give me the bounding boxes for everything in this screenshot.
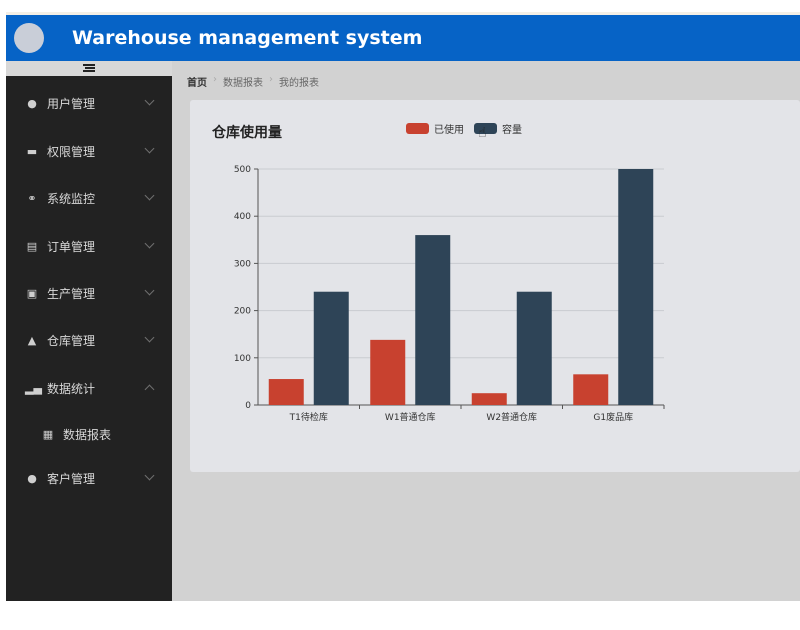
x-tick-label: T1待检库 — [289, 411, 328, 423]
grid-icon: ▦ — [42, 427, 54, 441]
clipboard-icon: ▣ — [26, 286, 38, 300]
sidebar-item-permission-management[interactable]: ▬ 权限管理 — [6, 131, 172, 171]
sidebar-toggle-button[interactable] — [6, 61, 172, 76]
app-title: Warehouse management system — [72, 26, 423, 49]
menu-icon — [83, 64, 95, 73]
sidebar-item-label: 订单管理 — [47, 239, 96, 254]
sidebar-item-label: 权限管理 — [47, 144, 96, 159]
chevron-down-icon — [144, 190, 155, 201]
chevron-down-icon — [144, 95, 155, 106]
sidebar-item-order-management[interactable]: ▤ 订单管理 — [6, 226, 172, 266]
bar-used — [268, 379, 304, 405]
bar-capacity — [618, 169, 654, 405]
sidebar-item-data-report[interactable]: ▦ 数据报表 — [6, 414, 172, 454]
breadcrumb-data-report[interactable]: 数据报表 — [223, 74, 263, 89]
breadcrumb: 首页 › 数据报表 › 我的报表 — [187, 74, 319, 89]
gauge-icon: ⚭ — [27, 191, 37, 205]
header-top-line — [6, 12, 800, 15]
bar-capacity — [415, 235, 451, 405]
y-tick-label: 0 — [245, 401, 251, 411]
sidebar: ● 用户管理 ▬ 权限管理 ⚭ 系统监控 ▤ 订单管理 ▣ 生产管理 ▲ 仓库管… — [6, 61, 172, 601]
chevron-down-icon — [144, 285, 155, 296]
sidebar-item-label: 用户管理 — [47, 96, 96, 111]
chevron-down-icon — [144, 238, 155, 249]
bar-used — [370, 339, 406, 405]
sidebar-item-label: 仓库管理 — [47, 333, 96, 348]
sidebar-item-label: 数据统计 — [47, 381, 96, 396]
main-content: 首页 › 数据报表 › 我的报表 仓库使用量 已使用 容量 ☝ 0 100 200 3… — [172, 61, 800, 601]
bar-capacity — [516, 291, 552, 405]
breadcrumb-home[interactable]: 首页 — [187, 74, 207, 89]
bar-used — [471, 393, 507, 405]
breadcrumb-my-report: 我的报表 — [279, 78, 319, 89]
bar-chart: 0 100 200 300 400 500 T1待检库 W1普通仓库 W2普通仓库 G1废品库 — [234, 165, 665, 423]
sidebar-item-label: 数据报表 — [63, 427, 112, 442]
x-tick-label: W2普通仓库 — [486, 411, 537, 423]
avatar[interactable] — [14, 22, 44, 53]
document-icon: ▤ — [26, 239, 38, 253]
y-tick-label: 300 — [234, 259, 251, 269]
y-tick-label: 100 — [234, 354, 251, 364]
sidebar-item-customer-management[interactable]: ● 客户管理 — [6, 458, 172, 498]
app-window: Warehouse management system ● 用户管理 ▬ 权限管… — [6, 12, 800, 601]
app-header: Warehouse management system — [6, 12, 800, 61]
sidebar-item-production-management[interactable]: ▣ 生产管理 — [6, 273, 172, 313]
chevron-up-icon — [144, 384, 155, 395]
bar-capacity — [313, 291, 349, 405]
sidebar-item-warehouse-management[interactable]: ▲ 仓库管理 — [6, 320, 172, 360]
sidebar-item-data-statistics[interactable]: ▂▄ 数据统计 — [6, 368, 172, 408]
y-tick-label: 200 — [234, 307, 251, 317]
bar-used — [573, 374, 609, 405]
y-tick-label: 400 — [234, 212, 251, 222]
chart-card: 仓库使用量 已使用 容量 ☝ 0 100 200 300 400 500 T1待检库 W1普通… — [190, 100, 800, 472]
sidebar-item-user-management[interactable]: ● 用户管理 — [6, 83, 172, 123]
home-icon: ▲ — [27, 333, 37, 347]
sidebar-item-label: 客户管理 — [47, 471, 96, 486]
sidebar-item-label: 生产管理 — [47, 286, 96, 301]
chevron-down-icon — [144, 143, 155, 154]
user-icon: ● — [27, 96, 37, 110]
breadcrumb-separator: › — [213, 74, 217, 85]
x-tick-label: G1废品库 — [593, 411, 633, 423]
chevron-down-icon — [144, 470, 155, 481]
sidebar-item-label: 系统监控 — [47, 191, 96, 206]
x-tick-label: W1普通仓库 — [385, 411, 436, 423]
sidebar-item-system-monitor[interactable]: ⚭ 系统监控 — [6, 178, 172, 218]
chevron-down-icon — [144, 332, 155, 343]
breadcrumb-separator: › — [269, 74, 273, 85]
bar-chart-icon: ▂▄ — [25, 381, 42, 395]
monitor-icon: ▬ — [26, 144, 38, 158]
y-tick-label: 500 — [234, 165, 251, 175]
user-icon: ● — [27, 471, 37, 485]
